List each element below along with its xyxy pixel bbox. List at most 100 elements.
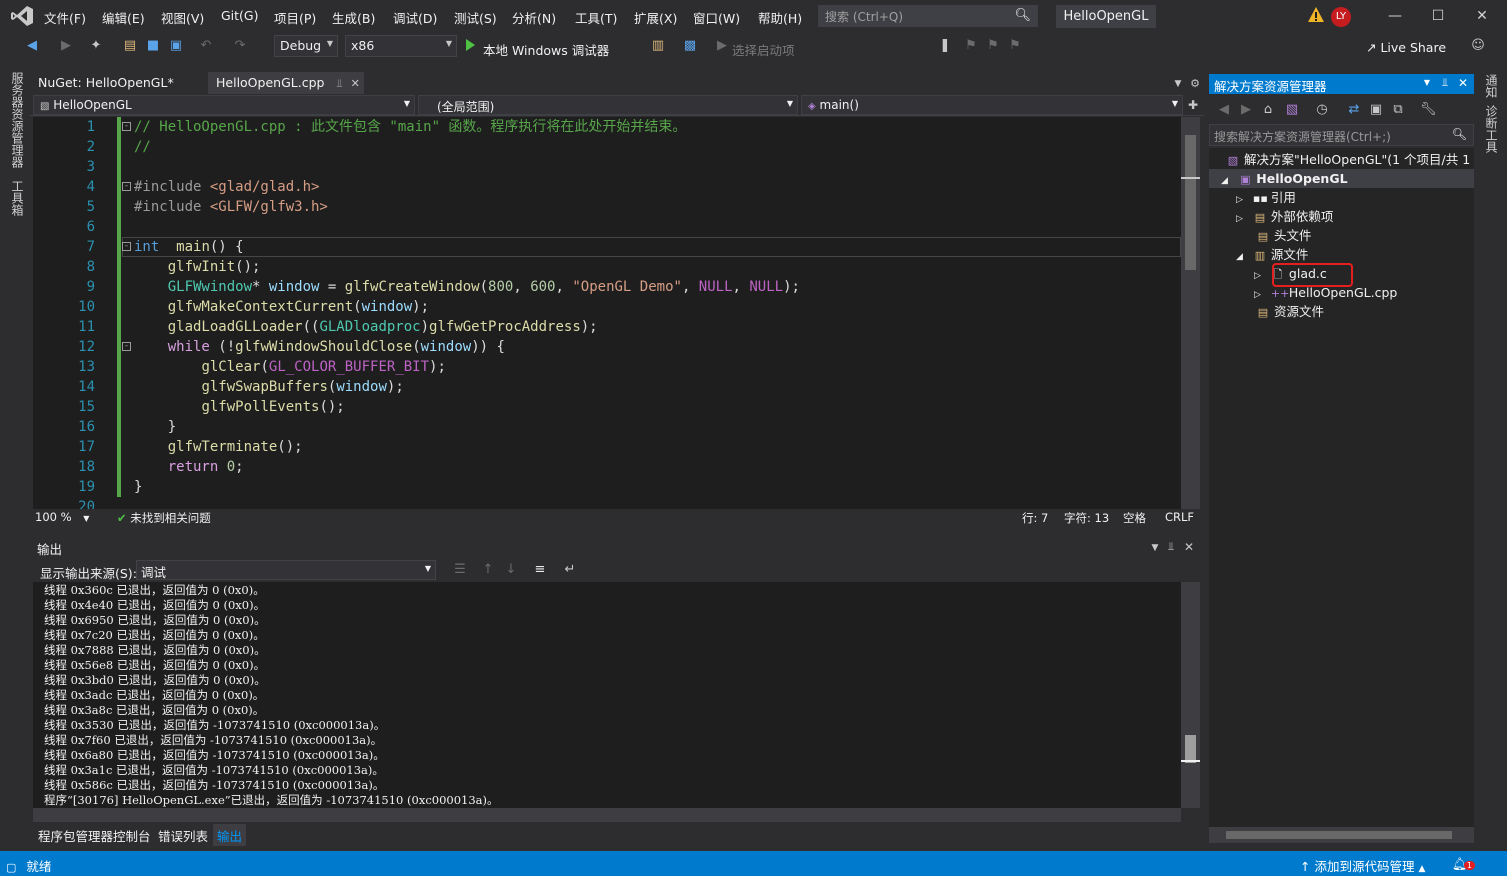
editor-scroll-thumb[interactable] [1185,135,1196,270]
forward-icon[interactable]: ▶ [1238,102,1254,118]
server-explorer-tab[interactable]: 服务器资源管理器 [9,72,26,168]
properties-wrench-icon[interactable]: 🔧︎ [1420,102,1437,118]
word-wrap-icon[interactable]: ↵ [562,562,578,578]
bookmark-icon[interactable]: ❚ [937,38,953,54]
feedback-icon[interactable]: ☺ [1470,38,1486,54]
collapse-icon[interactable]: - [122,342,131,351]
toolbox-tab[interactable]: 工具箱 [9,180,26,216]
menu-view[interactable]: 视图(V) [161,8,204,27]
add-to-source-control[interactable]: ↑ 添加到源代码管理 ▲ [1300,856,1425,875]
notifications-tab[interactable]: 通知 [1483,74,1500,98]
menu-git[interactable]: Git(G) [221,8,259,23]
search-box[interactable]: 搜索 (Ctrl+Q) 🔍︎ [818,5,1038,27]
tab-package-manager-console[interactable]: 程序包管理器控制台 [34,824,155,846]
new-project-icon[interactable]: ✦ [88,38,104,54]
menu-window[interactable]: 窗口(W) [693,8,740,27]
forward-icon[interactable]: ▶ [58,38,74,54]
issues-indicator[interactable]: ✔ 未找到相关问题 [117,510,211,526]
output-source-select[interactable]: 调试 ▼ [136,560,436,580]
line-ending-indicator[interactable]: CRLF [1165,510,1194,524]
menu-help[interactable]: 帮助(H) [758,8,802,27]
pin-icon[interactable]: ⫫ [336,77,342,90]
menu-file[interactable]: 文件(F) [44,8,86,27]
tree-item-resource-files[interactable]: ▤ 资源文件 [1256,302,1324,321]
menu-extensions[interactable]: 扩展(X) [634,8,677,27]
visual-studio-logo-icon[interactable] [10,5,34,27]
maximize-icon[interactable]: ☐ [1428,6,1448,26]
save-icon[interactable]: ■ [145,38,161,54]
goto-source-icon[interactable]: ☰ [452,562,468,578]
pin-icon[interactable]: ⫫ [1442,76,1448,90]
collapse-all-icon[interactable]: ▣ [1368,102,1384,118]
clear-bookmarks-icon[interactable]: ⚑ [1007,38,1023,54]
panel-menu-icon[interactable]: ▼ [1424,78,1430,87]
code-editor[interactable]: 1 2 3 4 5 6 7 8 9 10 11 12 13 14 15 16 1… [33,117,1181,509]
back-icon[interactable]: ◀ [1216,102,1232,118]
next-bookmark-icon[interactable]: ⚑ [985,38,1001,54]
output-scroll-thumb[interactable] [1185,735,1196,763]
pending-changes-icon[interactable]: ◷ [1314,102,1330,118]
project-nav-dropdown[interactable]: ▧ HelloOpenGL ▼ [33,95,415,115]
solution-search-input[interactable]: 搜索解决方案资源管理器(Ctrl+;) 🔍︎ [1209,124,1474,146]
back-icon[interactable]: ◀ [24,38,40,54]
tree-item-source-files[interactable]: ◢ ▥ 源文件 [1236,245,1308,264]
output-horizontal-scrollbar[interactable] [33,808,1181,822]
prev-bookmark-icon[interactable]: ⚑ [963,38,979,54]
start-debug-button[interactable]: 本地 Windows 调试器 [483,40,609,59]
clear-all-icon[interactable]: ≡ [532,562,548,578]
split-window-icon[interactable]: ✚ [1185,97,1201,113]
warning-icon[interactable] [1307,6,1325,24]
show-all-files-icon[interactable]: ⧉ [1390,102,1406,118]
minimize-icon[interactable]: — [1385,6,1405,26]
tab-output[interactable]: 输出 [213,824,247,846]
solution-scroll-thumb[interactable] [1226,831,1452,839]
platform-select[interactable]: x86 ▼ [345,35,457,57]
next-message-icon[interactable]: ↓ [503,562,519,578]
panel-menu-icon[interactable]: ▼ [1147,540,1163,556]
save-all-icon[interactable]: ▣ [168,38,184,54]
open-file-icon[interactable]: ▤ [122,38,138,54]
menu-debug[interactable]: 调试(D) [393,8,437,27]
select-startup-item[interactable]: 选择启动项 [732,40,795,59]
menu-build[interactable]: 生成(B) [332,8,375,27]
start-without-debug-icon[interactable]: ▶ [714,38,730,54]
scope-nav-dropdown[interactable]: (全局范围) ▼ [418,95,798,115]
menu-analyze[interactable]: 分析(N) [512,8,556,27]
close-panel-icon[interactable]: ✕ [1181,539,1197,555]
collapse-icon[interactable]: - [122,182,131,191]
tab-nuget[interactable]: NuGet: HelloOpenGL* [30,72,182,95]
tree-item-project[interactable]: ◢ ▣ HelloOpenGL [1209,169,1474,188]
close-tab-icon[interactable]: ✕ [351,77,360,90]
redo-icon[interactable]: ↷ [232,38,248,54]
line-indicator[interactable]: 行: 7 [1022,510,1048,526]
close-window-icon[interactable]: ✕ [1472,6,1492,26]
switch-views-icon[interactable]: ▧ [1284,102,1300,118]
home-icon[interactable]: ⌂ [1260,102,1276,118]
notifications-bell[interactable]: 🔔︎1 [1452,856,1475,872]
menu-tools[interactable]: 工具(T) [575,8,617,27]
collapse-icon[interactable]: - [122,122,131,131]
tab-error-list[interactable]: 错误列表 [154,824,212,846]
prev-message-icon[interactable]: ↑ [480,562,496,578]
tree-item-external-deps[interactable]: ▷ ▤ 外部依赖项 [1236,207,1333,226]
user-avatar[interactable]: LY [1331,7,1351,27]
settings-gear-icon[interactable]: ⚙ [1187,76,1203,92]
menu-project[interactable]: 项目(P) [274,8,316,27]
tree-item-solution[interactable]: ▧ 解决方案"HelloOpenGL"(1 个项目/共 1 个) [1226,150,1474,169]
diagnostic-tools-tab[interactable]: 诊断工具 [1483,105,1500,153]
tab-list-icon[interactable]: ▼ [1170,76,1186,92]
undo-icon[interactable]: ↶ [198,38,214,54]
pin-icon[interactable]: ⫫ [1163,539,1179,555]
start-debug-icon[interactable] [466,39,475,51]
tree-item-header-files[interactable]: ▤ 头文件 [1256,226,1312,245]
menu-test[interactable]: 测试(S) [454,8,497,27]
tree-item-hello-opengl-cpp[interactable]: ▷ ++HelloOpenGL.cpp [1254,283,1397,302]
member-nav-dropdown[interactable]: ◈ main() ▼ [801,95,1183,115]
output-vertical-scrollbar[interactable] [1181,582,1200,808]
column-indicator[interactable]: 字符: 13 [1064,510,1109,526]
collapse-icon[interactable]: - [122,242,131,251]
configuration-select[interactable]: Debug ▼ [274,35,338,57]
tree-item-references[interactable]: ▷ ▪▪ 引用 [1236,188,1296,207]
sync-icon[interactable]: ⇄ [1346,102,1362,118]
zoom-level[interactable]: 100 % ▼ [35,510,89,524]
